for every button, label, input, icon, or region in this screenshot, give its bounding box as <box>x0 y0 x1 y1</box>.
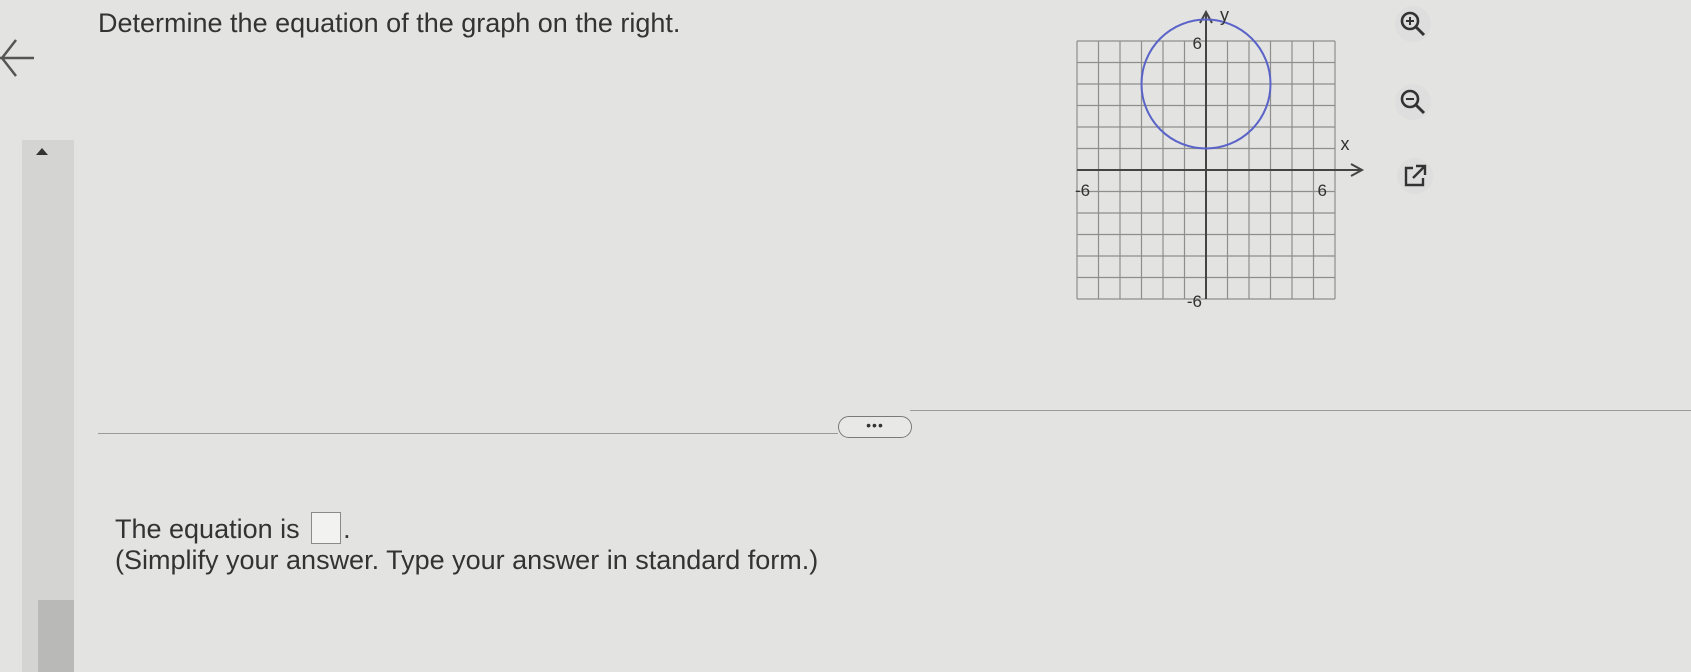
answer-suffix: . <box>343 514 351 544</box>
x-min-tick-label: -6 <box>1075 181 1090 200</box>
answer-line: The equation is . <box>115 512 351 545</box>
y-max-tick-label: 6 <box>1193 34 1202 53</box>
zoom-out-icon <box>1400 89 1426 115</box>
scroll-up-icon[interactable] <box>36 148 48 155</box>
more-button[interactable]: ••• <box>838 416 912 438</box>
scrollbar-thumb[interactable] <box>38 600 74 672</box>
x-max-tick-label: 6 <box>1318 181 1327 200</box>
zoom-in-button[interactable] <box>1395 6 1431 42</box>
section-divider <box>98 433 838 434</box>
question-text: Determine the equation of the graph on t… <box>98 8 681 38</box>
external-link-icon <box>1404 164 1427 187</box>
back-arrow-icon[interactable] <box>0 30 40 86</box>
zoom-in-icon <box>1400 11 1426 37</box>
answer-instruction: (Simplify your answer. Type your answer … <box>115 545 819 575</box>
popout-button[interactable] <box>1397 158 1433 194</box>
y-axis-label: y <box>1220 5 1229 25</box>
answer-input[interactable] <box>311 512 342 544</box>
zoom-out-button[interactable] <box>1395 84 1431 120</box>
y-min-tick-label: -6 <box>1187 292 1202 311</box>
section-divider <box>910 410 1691 411</box>
left-rail <box>22 140 74 672</box>
answer-prefix: The equation is <box>115 514 300 544</box>
graph: x y -6 6 6 -6 <box>1075 5 1365 311</box>
x-axis-label: x <box>1341 134 1350 154</box>
